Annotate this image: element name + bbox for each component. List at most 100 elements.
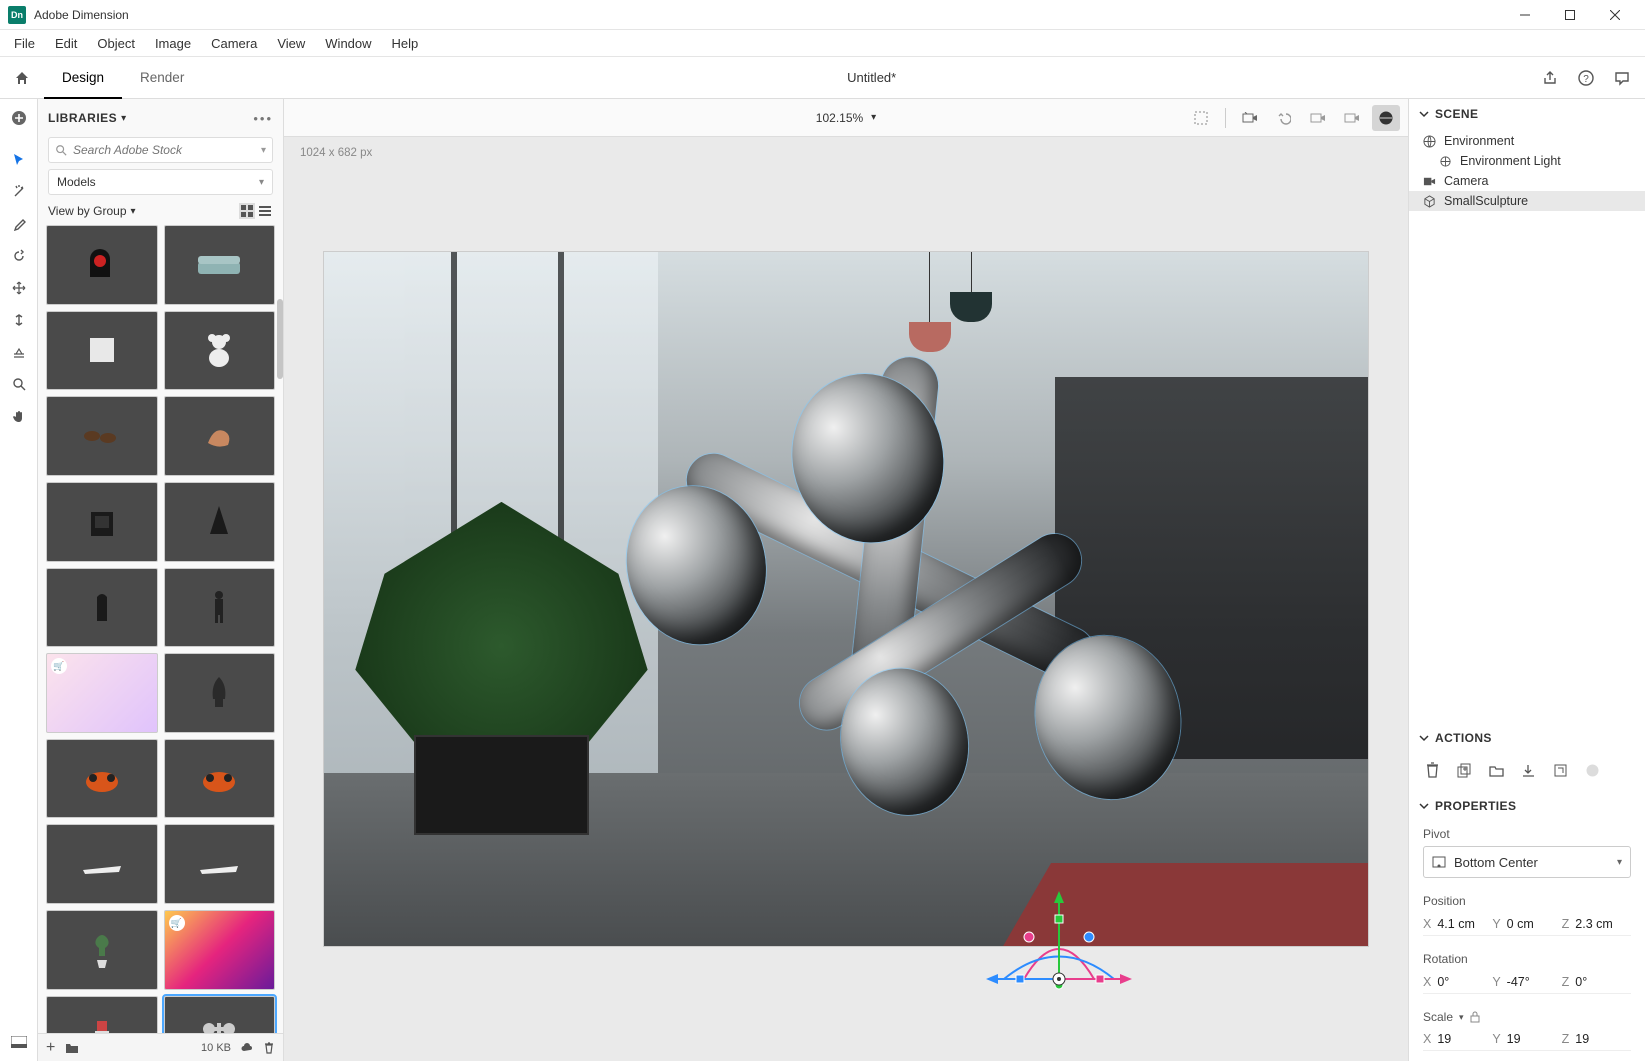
chevron-down-icon[interactable]: ▾ (1459, 1012, 1464, 1023)
maximize-button[interactable] (1547, 1, 1592, 29)
search-input-wrapper[interactable]: ▾ (48, 137, 273, 163)
list-view-icon[interactable] (257, 203, 273, 219)
asset-thumb[interactable] (164, 824, 276, 904)
rotation-y-input[interactable]: Y-47° (1492, 975, 1561, 989)
hand-tool[interactable] (4, 401, 34, 431)
camera-home-icon[interactable] (1236, 105, 1264, 131)
libraries-grid[interactable]: 🛒 🛒 Small sculpture (38, 225, 283, 1033)
position-x-input[interactable]: X4.1 cm (1423, 917, 1492, 931)
asset-thumb[interactable]: 🛒 (46, 653, 158, 733)
add-icon[interactable]: + (46, 1039, 55, 1057)
delete-action[interactable] (1423, 761, 1441, 779)
orbit-tool[interactable] (4, 241, 34, 271)
add-tool[interactable] (4, 103, 34, 133)
tab-design[interactable]: Design (44, 57, 122, 99)
select-tool[interactable] (4, 145, 34, 175)
grid-view-icon[interactable] (239, 203, 255, 219)
frame-icon[interactable] (1187, 105, 1215, 131)
asset-thumb[interactable] (164, 396, 276, 476)
zoom-tool[interactable] (4, 369, 34, 399)
home-button[interactable] (0, 70, 44, 86)
properties-section-header[interactable]: PROPERTIES (1409, 791, 1645, 821)
export-action[interactable] (1551, 761, 1569, 779)
cloud-icon[interactable] (241, 1043, 253, 1053)
search-input[interactable] (73, 143, 261, 157)
asset-thumb[interactable] (46, 225, 158, 305)
filter-select[interactable]: Models ▾ (48, 169, 273, 195)
tab-render[interactable]: Render (122, 57, 202, 99)
feedback-icon[interactable] (1613, 69, 1631, 87)
lock-icon[interactable] (1470, 1011, 1480, 1023)
asset-thumb[interactable] (46, 824, 158, 904)
scrollbar[interactable] (277, 299, 283, 379)
menu-view[interactable]: View (267, 32, 315, 55)
scale-y-input[interactable]: Y19 (1492, 1032, 1561, 1046)
material-action[interactable] (1583, 761, 1601, 779)
scale-tool[interactable] (4, 305, 34, 335)
asset-thumb[interactable] (46, 910, 158, 990)
trash-icon[interactable] (263, 1042, 275, 1054)
camera-undo-icon[interactable] (1270, 105, 1298, 131)
menu-camera[interactable]: Camera (201, 32, 267, 55)
asset-thumb[interactable] (46, 482, 158, 562)
asset-thumb[interactable] (46, 396, 158, 476)
scene-item-camera[interactable]: Camera (1409, 171, 1645, 191)
render-preview-icon[interactable] (1372, 105, 1400, 131)
chevron-down-icon[interactable]: ▾ (261, 145, 266, 156)
rotation-x-input[interactable]: X0° (1423, 975, 1492, 989)
menu-image[interactable]: Image (145, 32, 201, 55)
small-sculpture-object[interactable] (589, 323, 1260, 946)
menu-object[interactable]: Object (87, 32, 145, 55)
asset-thumb[interactable] (164, 482, 276, 562)
minimize-button[interactable] (1502, 1, 1547, 29)
eyedropper-tool[interactable] (4, 209, 34, 239)
help-icon[interactable]: ? (1577, 69, 1595, 87)
asset-thumb[interactable] (46, 311, 158, 391)
asset-thumb[interactable] (46, 996, 158, 1033)
scene-section-header[interactable]: SCENE (1409, 99, 1645, 129)
pivot-select[interactable]: Bottom Center ▾ (1423, 846, 1631, 878)
rendered-scene[interactable] (324, 252, 1368, 946)
globe-icon (1423, 135, 1436, 148)
more-icon[interactable]: ••• (253, 111, 273, 126)
share-icon[interactable] (1541, 69, 1559, 87)
asset-thumb[interactable] (164, 311, 276, 391)
scene-item-environment-light[interactable]: Environment Light (1409, 151, 1645, 171)
asset-thumb[interactable] (164, 225, 276, 305)
asset-thumb[interactable]: 🛒 (164, 910, 276, 990)
libraries-title[interactable]: LIBRARIES (48, 111, 117, 125)
horizon-tool[interactable] (4, 337, 34, 367)
duplicate-action[interactable] (1455, 761, 1473, 779)
asset-thumb-selected[interactable]: Small sculpture (164, 996, 276, 1033)
actions-section-header[interactable]: ACTIONS (1409, 723, 1645, 753)
position-z-input[interactable]: Z2.3 cm (1562, 917, 1631, 931)
asset-thumb[interactable] (164, 653, 276, 733)
zoom-dropdown[interactable]: 102.15% ▾ (816, 111, 876, 125)
align-ground-action[interactable] (1519, 761, 1537, 779)
asset-thumb[interactable] (46, 568, 158, 648)
camera-bookmark-icon[interactable] (1338, 105, 1366, 131)
canvas-viewport[interactable]: 1024 x 682 px (284, 137, 1408, 1061)
asset-thumb[interactable] (164, 739, 276, 819)
scene-item-environment[interactable]: Environment (1409, 131, 1645, 151)
position-y-input[interactable]: Y0 cm (1492, 917, 1561, 931)
menu-help[interactable]: Help (382, 32, 429, 55)
panel-toggle[interactable] (4, 1027, 34, 1057)
move-tool[interactable] (4, 273, 34, 303)
asset-thumb[interactable] (164, 568, 276, 648)
scene-item-smallsculpture[interactable]: SmallSculpture (1409, 191, 1645, 211)
scale-x-input[interactable]: X19 (1423, 1032, 1492, 1046)
folder-icon[interactable] (65, 1042, 79, 1054)
magic-wand-tool[interactable] (4, 177, 34, 207)
rotation-z-input[interactable]: Z0° (1562, 975, 1631, 989)
scale-z-input[interactable]: Z19 (1562, 1032, 1631, 1046)
group-action[interactable] (1487, 761, 1505, 779)
close-button[interactable] (1592, 1, 1637, 29)
menu-edit[interactable]: Edit (45, 32, 87, 55)
menu-file[interactable]: File (4, 32, 45, 55)
menu-window[interactable]: Window (315, 32, 381, 55)
camera-add-icon[interactable] (1304, 105, 1332, 131)
view-by-dropdown[interactable]: View by Group ▾ (48, 204, 231, 218)
asset-thumb[interactable] (46, 739, 158, 819)
chevron-down-icon[interactable]: ▾ (121, 113, 126, 124)
